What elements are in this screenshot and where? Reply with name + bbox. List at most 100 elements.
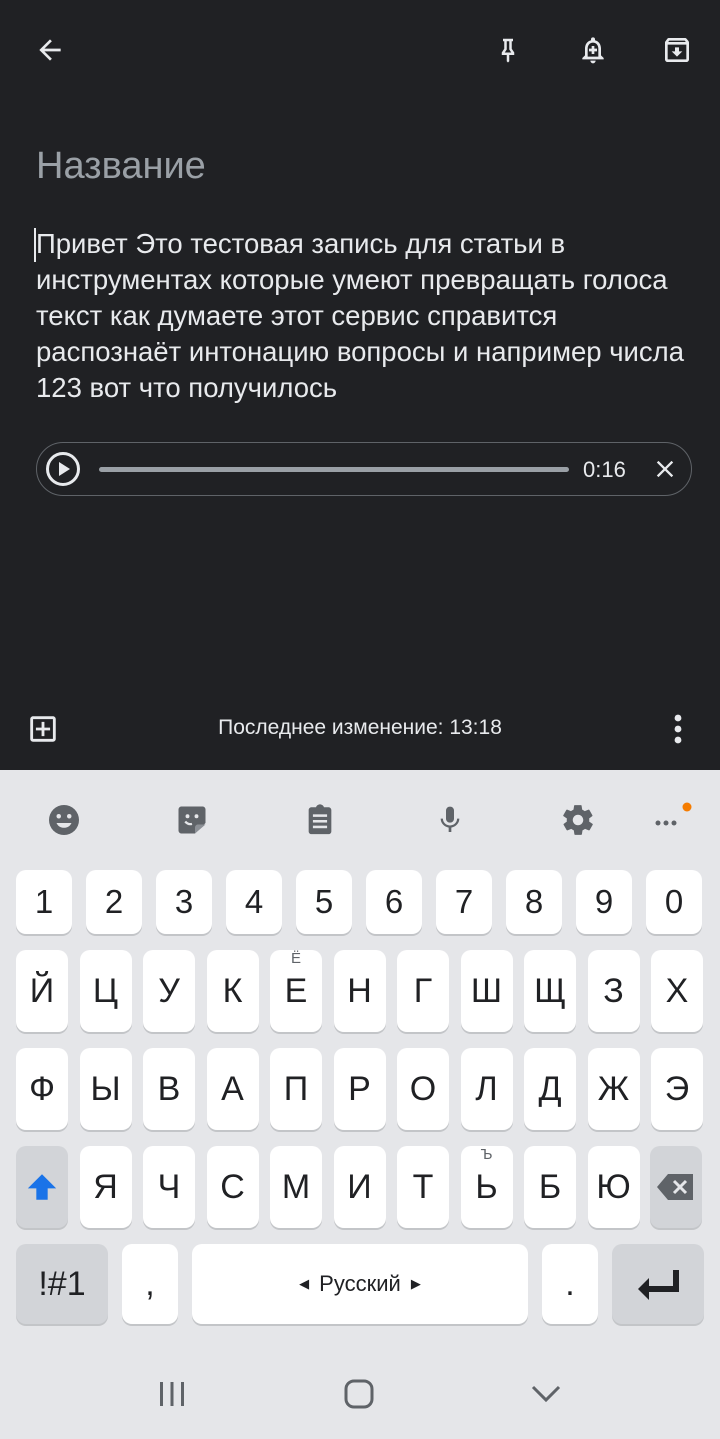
back-chevron-icon[interactable]	[522, 1372, 570, 1416]
recent-apps-icon[interactable]	[148, 1372, 196, 1416]
audio-duration: 0:16	[583, 457, 626, 482]
key-Л-label: Л	[475, 1069, 498, 1108]
enter-icon	[638, 1270, 679, 1300]
clipboard-icon[interactable]	[298, 798, 342, 842]
key-Б[interactable]: Б	[524, 1146, 576, 1228]
key-5[interactable]: 5	[296, 870, 352, 934]
key-Ч-label: Ч	[157, 1167, 181, 1206]
key-Ш-label: Ш	[470, 971, 503, 1010]
enter-key[interactable]	[612, 1244, 704, 1324]
key-4-label: 4	[244, 883, 264, 920]
symbols-key-label: !#1	[38, 1264, 86, 1303]
key-Г[interactable]: Г	[397, 950, 449, 1032]
key-7[interactable]: 7	[436, 870, 492, 934]
play-icon[interactable]	[45, 451, 81, 487]
key-И[interactable]: И	[333, 1146, 386, 1228]
note-body-text[interactable]: Привет Это тестовая запись для статьи в …	[36, 226, 686, 406]
space-key[interactable]: ◀ Русский ▶	[192, 1244, 528, 1324]
key-Ы[interactable]: Ы	[79, 1048, 132, 1130]
more-icon[interactable]	[648, 798, 692, 842]
key-Б-label: Б	[538, 1167, 562, 1206]
key-Щ-label: Щ	[534, 971, 566, 1010]
key-А[interactable]: А	[206, 1048, 259, 1130]
key-Ч[interactable]: Ч	[143, 1146, 195, 1228]
settings-gear-icon[interactable]	[556, 798, 600, 842]
space-language-label: Русский	[319, 1271, 401, 1296]
key-Ы-label: Ы	[90, 1069, 121, 1108]
key-Р[interactable]: Р	[333, 1048, 386, 1130]
key-Ж-label: Ж	[597, 1069, 630, 1108]
microphone-icon[interactable]	[428, 798, 472, 842]
key-9-label: 9	[594, 883, 614, 920]
key-4[interactable]: 4	[226, 870, 282, 934]
key-Ю-label: Ю	[596, 1167, 631, 1206]
key-В[interactable]: В	[143, 1048, 195, 1130]
key-Э[interactable]: Э	[651, 1048, 703, 1130]
shift-icon	[27, 1174, 57, 1200]
key-О[interactable]: О	[397, 1048, 449, 1130]
comma-key[interactable]: ,	[122, 1244, 178, 1324]
key-З[interactable]: З	[587, 950, 640, 1032]
audio-progress-track[interactable]	[99, 467, 569, 472]
shift-key[interactable]	[16, 1146, 68, 1228]
note-title-input[interactable]: Название	[36, 145, 206, 188]
key-С-label: С	[220, 1167, 245, 1206]
close-icon[interactable]	[651, 455, 679, 483]
key-С[interactable]: С	[206, 1146, 259, 1228]
key-У-label: У	[158, 971, 180, 1010]
key-Н[interactable]: Н	[333, 950, 386, 1032]
period-key[interactable]: .	[542, 1244, 598, 1324]
emoji-icon[interactable]	[42, 798, 86, 842]
key-Я[interactable]: Я	[79, 1146, 132, 1228]
key-Т-label: Т	[412, 1167, 434, 1206]
key-Ф-label: Ф	[29, 1069, 55, 1108]
key-Д-label: Д	[538, 1069, 562, 1108]
symbols-key[interactable]: !#1	[16, 1244, 108, 1324]
key-Ш[interactable]: Ш	[460, 950, 513, 1032]
key-1[interactable]: 1	[16, 870, 72, 934]
key-М-label: М	[281, 1167, 311, 1206]
key-Ф[interactable]: Ф	[16, 1048, 68, 1130]
key-0[interactable]: 0	[646, 870, 702, 934]
key-Ж[interactable]: Ж	[587, 1048, 640, 1130]
pin-icon[interactable]	[488, 30, 528, 70]
key-М[interactable]: М	[270, 1146, 322, 1228]
backspace-key[interactable]	[650, 1146, 702, 1228]
comma-key-label: ,	[145, 1264, 155, 1303]
key-Й[interactable]: Й	[16, 950, 68, 1032]
key-9[interactable]: 9	[576, 870, 632, 934]
key-Щ[interactable]: Щ	[524, 950, 576, 1032]
key-2[interactable]: 2	[86, 870, 142, 934]
key-Н-label: Н	[347, 971, 372, 1010]
archive-icon[interactable]	[657, 30, 697, 70]
key-6-label: 6	[384, 883, 404, 920]
period-key-label: .	[565, 1264, 575, 1303]
key-Д[interactable]: Д	[524, 1048, 576, 1130]
key-8[interactable]: 8	[506, 870, 562, 934]
back-arrow-icon[interactable]	[30, 30, 70, 70]
key-3[interactable]: 3	[156, 870, 212, 934]
key-П[interactable]: П	[270, 1048, 322, 1130]
key-П-label: П	[283, 1069, 309, 1108]
more-vert-icon[interactable]	[664, 710, 692, 748]
key-Э-label: Э	[664, 1069, 690, 1108]
key-У[interactable]: У	[143, 950, 195, 1032]
audio-player: 0:16	[36, 442, 692, 496]
sticker-icon[interactable]	[170, 798, 214, 842]
key-Ц[interactable]: Ц	[79, 950, 132, 1032]
key-Ь[interactable]: ЬЪ	[460, 1146, 513, 1228]
key-0-label: 0	[664, 883, 684, 920]
note-editor: Название Привет Это тестовая запись для …	[0, 0, 720, 770]
key-Т[interactable]: Т	[397, 1146, 449, 1228]
key-5-label: 5	[314, 883, 334, 920]
key-Е[interactable]: ЕЁ	[270, 950, 322, 1032]
key-Х-label: Х	[665, 971, 689, 1010]
key-Ь-alt-char: Ъ	[480, 1146, 493, 1163]
key-6[interactable]: 6	[366, 870, 422, 934]
home-icon[interactable]	[335, 1372, 383, 1416]
key-Л[interactable]: Л	[460, 1048, 513, 1130]
reminder-bell-icon[interactable]	[573, 30, 613, 70]
key-К[interactable]: К	[206, 950, 259, 1032]
key-Ю[interactable]: Ю	[587, 1146, 640, 1228]
key-Х[interactable]: Х	[651, 950, 703, 1032]
